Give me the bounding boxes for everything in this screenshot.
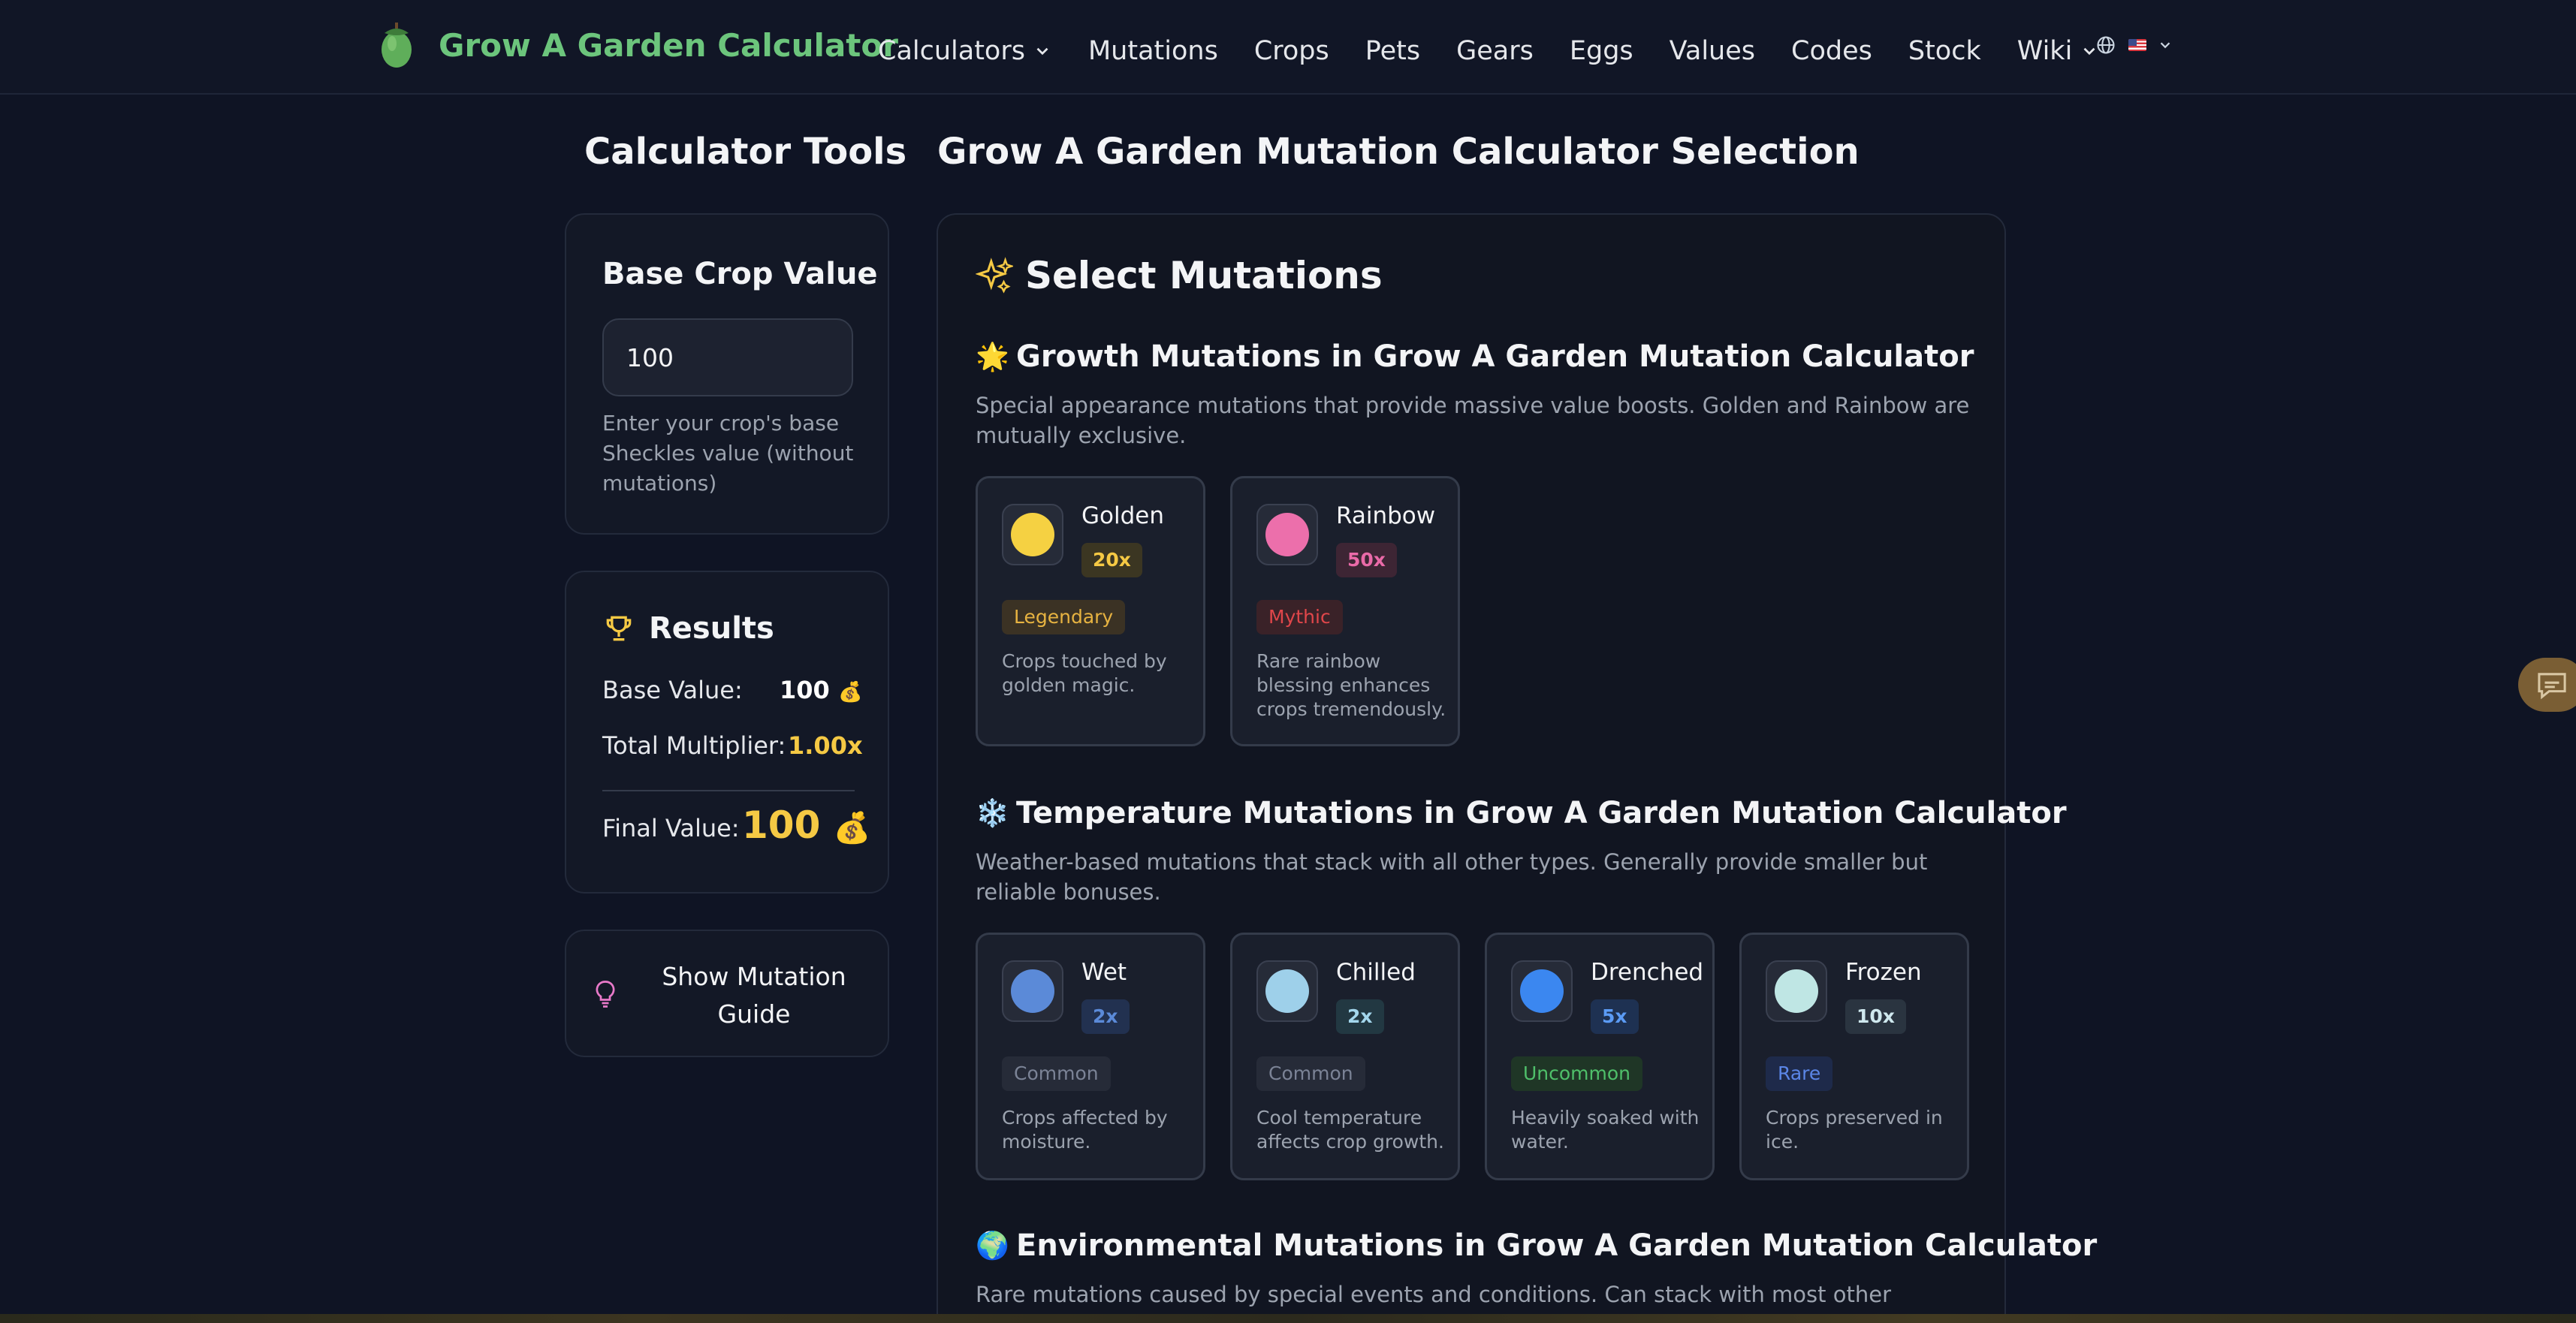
- total-multiplier-label: Total Multiplier:: [602, 731, 786, 760]
- mutation-card-chilled[interactable]: Chilled 2x Common Cool temperature affec…: [1230, 933, 1460, 1180]
- money-bag-icon: 💰: [837, 681, 863, 704]
- mutation-card-golden[interactable]: Golden 20x Legendary Crops touched by go…: [976, 476, 1205, 746]
- mutation-selection-panel: Select Mutations 🌟 Growth Mutations in G…: [937, 213, 2097, 1323]
- mutation-name: Rainbow: [1336, 502, 1436, 529]
- rarity-badge: Legendary: [1002, 600, 1126, 634]
- base-crop-title: Base Crop Value: [602, 257, 878, 291]
- snowflake-icon: ❄️: [976, 798, 1009, 829]
- rarity-badge: Mythic: [1256, 600, 1343, 634]
- mutation-description: Crops touched by golden magic.: [1002, 650, 1167, 696]
- globe-icon: [2097, 36, 2115, 54]
- growth-section-title: 🌟 Growth Mutations in Grow A Garden Muta…: [976, 339, 1974, 374]
- rarity-badge: Rare: [1766, 1056, 1833, 1091]
- mutation-card-wet[interactable]: Wet 2x Common Crops affected by moisture…: [976, 933, 1205, 1180]
- results-divider: [602, 790, 855, 791]
- final-value-display: 100 💰: [742, 803, 871, 847]
- money-bag-icon: 💰: [833, 811, 871, 845]
- chevron-down-icon: [1036, 47, 1048, 56]
- guide-button-label: Show Mutation Guide: [662, 962, 846, 1029]
- mutation-description: Rare rainbow blessing enhances crops tre…: [1256, 650, 1446, 720]
- growth-section-description: Special appearance mutations that provid…: [976, 393, 1970, 448]
- mutation-name: Drenched: [1591, 959, 1704, 986]
- panel-title: Select Mutations: [1025, 254, 1383, 297]
- sparkles-icon: [976, 257, 1013, 294]
- base-value-help: Enter your crop's base Sheckles value (w…: [602, 411, 854, 496]
- multiplier-badge: 5x: [1591, 999, 1639, 1034]
- nav-eggs[interactable]: Eggs: [1570, 36, 1633, 66]
- multiplier-badge: 20x: [1081, 543, 1142, 577]
- mutation-description: Heavily soaked with water.: [1511, 1107, 1700, 1153]
- rarity-badge: Uncommon: [1511, 1056, 1643, 1091]
- chevron-down-icon: [2160, 42, 2170, 49]
- multiplier-badge: 2x: [1336, 999, 1384, 1034]
- base-value-label: Base Value:: [602, 676, 743, 704]
- mutation-description: Crops affected by moisture.: [1002, 1107, 1168, 1153]
- chat-bubble-icon: [2538, 673, 2566, 700]
- globe-emoji-icon: 🌍: [976, 1231, 1009, 1261]
- temperature-section-description: Weather-based mutations that stack with …: [976, 849, 1928, 905]
- total-multiplier-value: 1.00x: [788, 731, 863, 760]
- nav-gears[interactable]: Gears: [1456, 36, 1534, 66]
- final-value-label: Final Value:: [602, 814, 740, 842]
- bottom-background-strip: [0, 1314, 2576, 1323]
- base-crop-card: Base Crop Value Enter your crop's base S…: [565, 213, 889, 535]
- panel-header: Select Mutations: [976, 254, 1383, 297]
- sidebar-heading: Calculator Tools: [584, 131, 907, 173]
- environmental-section-title: 🌍 Environmental Mutations in Grow A Gard…: [976, 1228, 2098, 1263]
- nav-links: Calculators Mutations Crops Pets Gears E…: [878, 30, 2135, 72]
- star-icon: 🌟: [976, 342, 1009, 372]
- nav-stock[interactable]: Stock: [1908, 36, 1981, 66]
- brand-name: Grow A Garden Calculator: [439, 26, 898, 64]
- multiplier-badge: 10x: [1845, 999, 1906, 1034]
- nav-wiki[interactable]: Wiki: [2017, 36, 2100, 66]
- golden-swatch: [1011, 513, 1054, 556]
- drenched-swatch: [1520, 969, 1564, 1013]
- base-value-input[interactable]: [602, 318, 853, 396]
- wet-swatch: [1011, 969, 1054, 1013]
- nav-calculators[interactable]: Calculators: [878, 36, 1052, 66]
- page-title: Grow A Garden Mutation Calculator Select…: [937, 131, 1860, 173]
- us-flag-icon: [2128, 39, 2146, 51]
- results-card: Results Base Value: 100 💰 Total Multipli…: [565, 571, 889, 894]
- results-title: Results: [649, 611, 774, 646]
- mutation-card-rainbow[interactable]: Rainbow 50x Mythic Rare rainbow blessing…: [1230, 476, 1460, 746]
- mutation-description: Cool temperature affects crop growth.: [1256, 1107, 1444, 1153]
- mutation-name: Frozen: [1845, 959, 1922, 986]
- rarity-badge: Common: [1256, 1056, 1365, 1091]
- brand-link[interactable]: Grow A Garden Calculator: [376, 21, 898, 69]
- mutation-card-drenched[interactable]: Drenched 5x Uncommon Heavily soaked with…: [1485, 933, 1715, 1180]
- chat-feedback-button[interactable]: [2518, 658, 2576, 712]
- nav-mutations[interactable]: Mutations: [1088, 36, 1218, 66]
- rainbow-swatch: [1265, 513, 1309, 556]
- show-mutation-guide-button[interactable]: Show Mutation Guide: [565, 930, 889, 1057]
- rarity-badge: Common: [1002, 1056, 1111, 1091]
- top-nav: Grow A Garden Calculator Calculators Mut…: [0, 0, 2576, 95]
- results-header: Results: [602, 611, 774, 646]
- nav-codes[interactable]: Codes: [1791, 36, 1872, 66]
- base-value-display: 100 💰: [780, 676, 863, 704]
- chilled-swatch: [1265, 969, 1309, 1013]
- nav-pets[interactable]: Pets: [1365, 36, 1420, 66]
- lightbulb-icon: [596, 981, 615, 1008]
- mutation-name: Wet: [1081, 959, 1127, 986]
- mutation-name: Golden: [1081, 502, 1164, 529]
- acorn-logo-icon: [382, 23, 412, 68]
- nav-crops[interactable]: Crops: [1254, 36, 1329, 66]
- frozen-swatch: [1775, 969, 1818, 1013]
- nav-values[interactable]: Values: [1670, 36, 1755, 66]
- mutation-description: Crops preserved in ice.: [1766, 1107, 1943, 1153]
- multiplier-badge: 2x: [1081, 999, 1130, 1034]
- mutation-card-frozen[interactable]: Frozen 10x Rare Crops preserved in ice.: [1739, 933, 1969, 1180]
- language-selector[interactable]: [2095, 35, 2173, 56]
- temperature-section-title: ❄️ Temperature Mutations in Grow A Garde…: [976, 796, 2067, 830]
- multiplier-badge: 50x: [1336, 543, 1397, 577]
- mutation-name: Chilled: [1336, 959, 1416, 986]
- trophy-icon: [606, 616, 632, 641]
